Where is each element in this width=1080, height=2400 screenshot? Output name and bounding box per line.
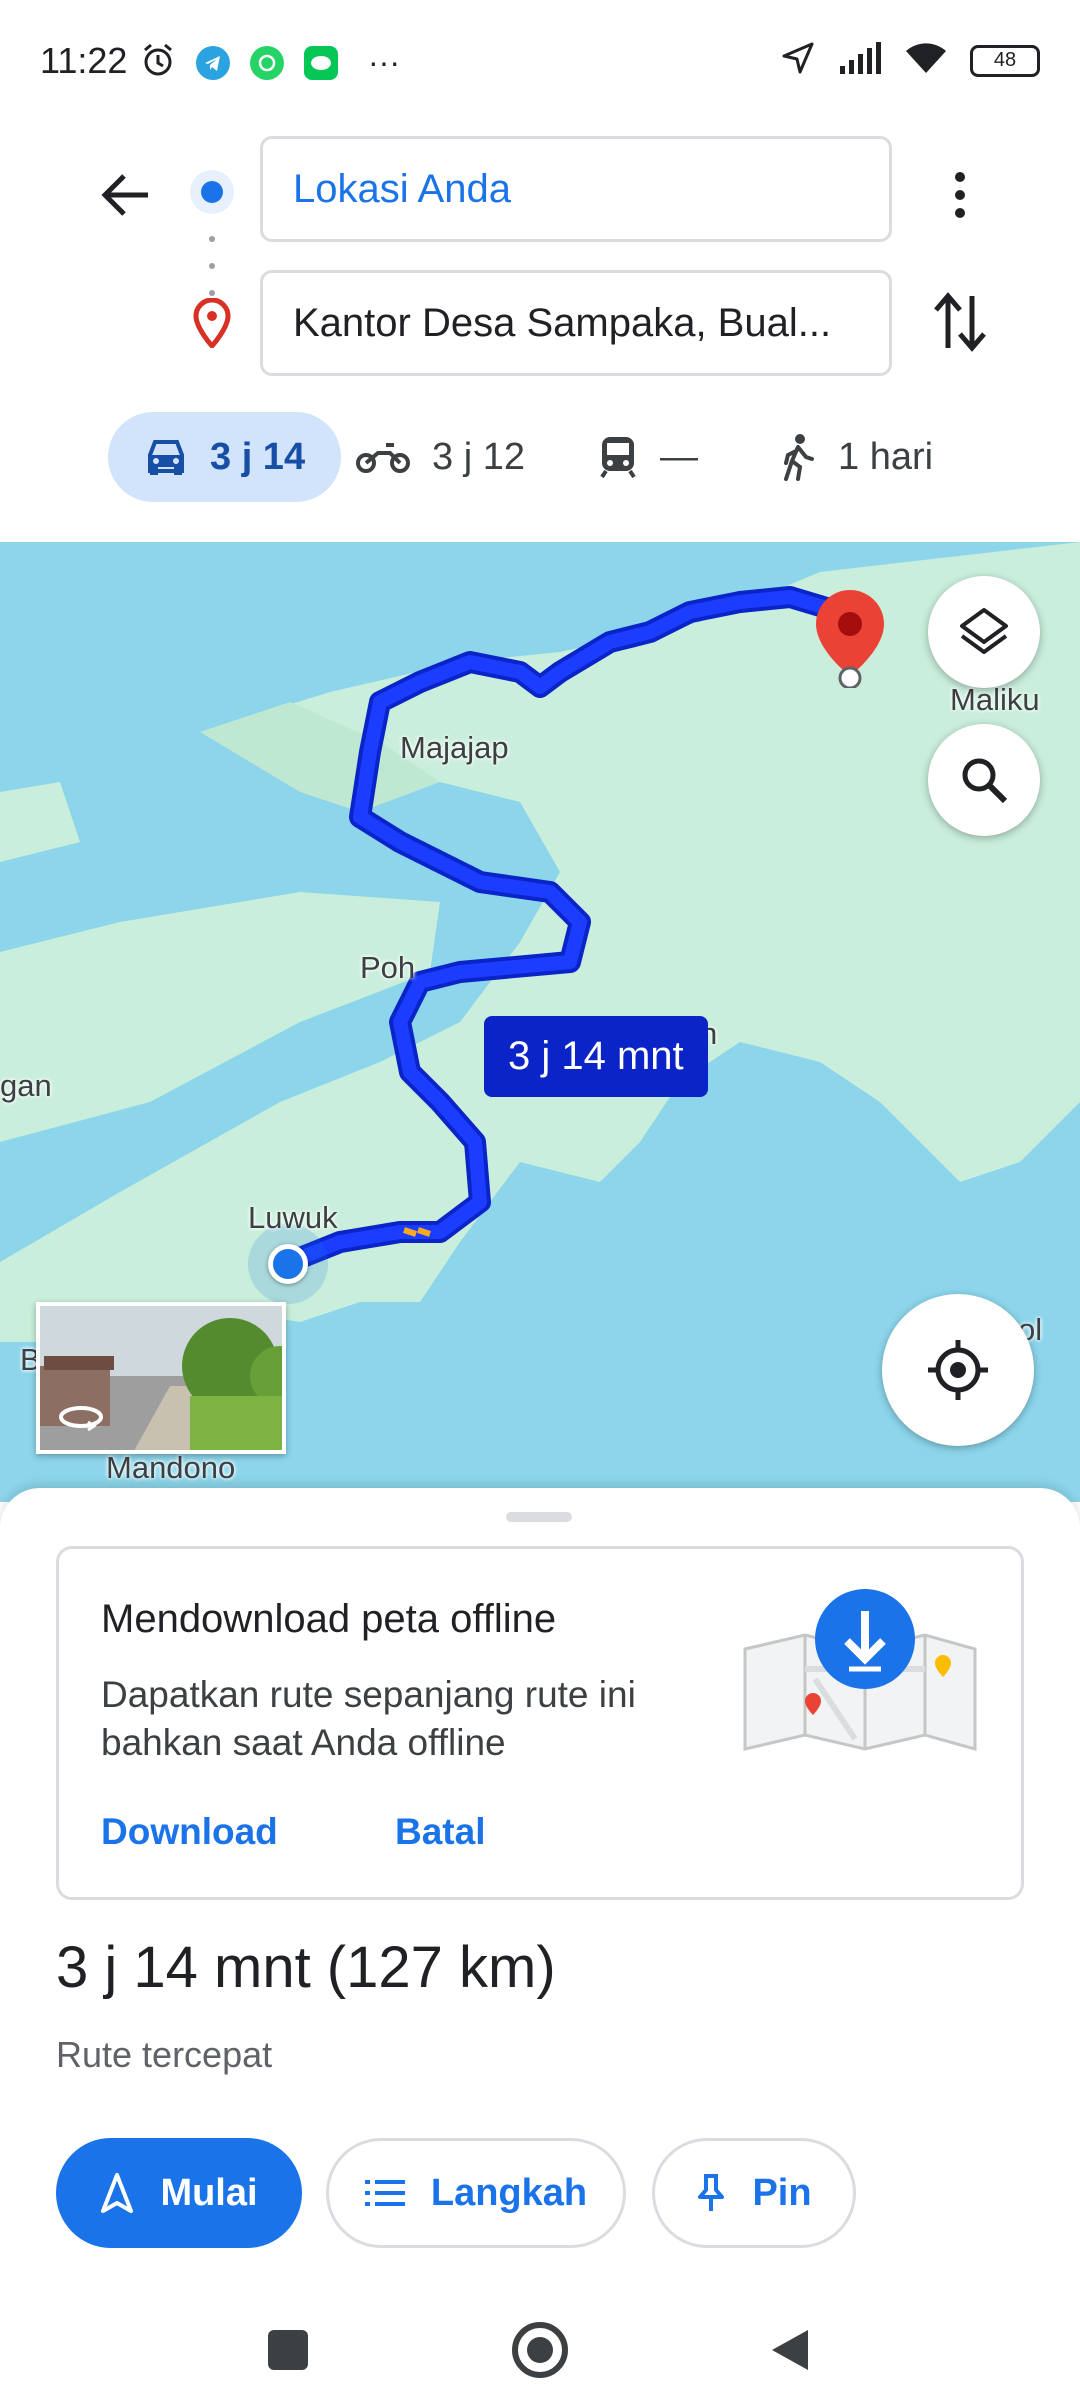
wifi-icon	[904, 41, 948, 80]
motorcycle-icon	[356, 443, 410, 473]
red-pin-icon	[816, 590, 884, 690]
telegram-icon	[196, 45, 230, 80]
mode-walk-label: 1 hari	[838, 435, 934, 478]
map-label-luwuk: Luwuk	[248, 1200, 338, 1235]
cancel-button[interactable]: Batal	[395, 1811, 485, 1853]
route-subtitle: Rute tercepat	[56, 2034, 273, 2075]
offline-map-illustration	[735, 1589, 985, 1794]
mode-drive-label: 3 j 14	[210, 435, 306, 478]
alarm-icon	[140, 42, 176, 83]
mode-transit-label: —	[660, 435, 698, 478]
steps-button[interactable]: Langkah	[326, 2138, 626, 2248]
back-button[interactable]	[90, 160, 160, 230]
notification-icons: ···	[140, 42, 400, 83]
layers-icon	[960, 608, 1008, 654]
steps-label: Langkah	[430, 2171, 588, 2214]
destination-pin-icon	[192, 297, 232, 353]
back-nav-button[interactable]	[768, 2326, 812, 2379]
status-time: 11:22	[40, 40, 128, 81]
car-icon	[148, 440, 184, 475]
home-button[interactable]	[512, 2322, 568, 2378]
route-summary: 3 j 14 mnt (127 km)	[56, 1935, 556, 2000]
street-view-thumbnail[interactable]	[36, 1302, 286, 1454]
status-bar: 11:22 ··· 48	[0, 0, 1080, 120]
sheet-drag-handle[interactable]	[506, 1512, 572, 1522]
mode-drive[interactable]: 3 j 14	[108, 412, 342, 502]
triangle-back-icon	[772, 2330, 808, 2370]
destination-field[interactable]: Kantor Desa Sampaka, Bual...	[260, 270, 892, 376]
more-notifications-icon: ···	[368, 44, 400, 80]
search-map-button[interactable]	[928, 724, 1040, 836]
rotate-360-icon	[58, 1402, 104, 1437]
line-icon	[304, 45, 338, 80]
origin-dot-icon	[190, 170, 234, 214]
travel-modes: 3 j 14 3 j 12 — 1 hari	[0, 412, 1080, 502]
route-connector	[208, 236, 216, 296]
map-label-maliku: Maliku	[950, 682, 1040, 717]
search-icon	[962, 758, 1008, 804]
directions-header: Lokasi Anda Kantor Desa Sampaka, Bual...…	[0, 120, 1080, 540]
arrow-left-icon	[101, 174, 148, 216]
map-label-mandono: Mandono	[106, 1450, 236, 1485]
crosshair-icon	[928, 1340, 988, 1400]
route-time-badge[interactable]: 3 j 14 mnt	[484, 1016, 708, 1097]
battery-indicator: 48	[970, 44, 1040, 77]
signal-icon	[838, 42, 882, 79]
current-location-marker	[268, 1244, 308, 1284]
swap-button[interactable]	[930, 290, 990, 359]
swap-arrows-icon	[934, 292, 986, 352]
whatsapp-icon	[250, 45, 284, 80]
destination-marker[interactable]	[812, 588, 888, 693]
pin-icon	[698, 2174, 725, 2211]
origin-field[interactable]: Lokasi Anda	[260, 136, 892, 242]
mode-motorcycle-label: 3 j 12	[432, 435, 525, 478]
layers-button[interactable]	[928, 576, 1040, 688]
map-view[interactable]: Majajap Maliku Poh gan Luwuk Mandono B o…	[0, 542, 1080, 1502]
start-button[interactable]: Mulai	[56, 2138, 302, 2248]
map-label-majajap: Majajap	[400, 730, 509, 765]
more-options-button[interactable]	[930, 160, 990, 230]
list-icon	[364, 2180, 405, 2206]
navigation-arrow-icon	[101, 2173, 134, 2213]
recents-button[interactable]	[268, 2330, 308, 2370]
system-status-icons: 48	[780, 40, 1040, 81]
start-label: Mulai	[160, 2171, 258, 2214]
offline-map-card: Mendownload peta offline Dapatkan rute s…	[56, 1546, 1024, 1900]
walk-icon	[784, 434, 814, 481]
offline-card-description: Dapatkan rute sepanjang rute ini bahkan …	[101, 1674, 636, 1763]
mode-walk[interactable]: 1 hari	[780, 412, 933, 502]
map-label-poh: Poh	[360, 950, 416, 985]
offline-card-title: Mendownload peta offline	[101, 1597, 557, 1641]
download-button[interactable]: Download	[101, 1811, 278, 1853]
system-navigation-bar	[0, 2296, 1080, 2400]
pin-button[interactable]: Pin	[652, 2138, 856, 2248]
transit-icon	[600, 437, 636, 479]
bottom-sheet[interactable]: Mendownload peta offline Dapatkan rute s…	[0, 1488, 1080, 2296]
mode-transit[interactable]: —	[598, 412, 698, 502]
my-location-button[interactable]	[882, 1294, 1034, 1446]
map-label-gan: gan	[0, 1068, 52, 1103]
pin-label: Pin	[752, 2171, 812, 2214]
mode-motorcycle[interactable]: 3 j 12	[356, 412, 525, 502]
location-arrow-icon	[780, 40, 816, 81]
